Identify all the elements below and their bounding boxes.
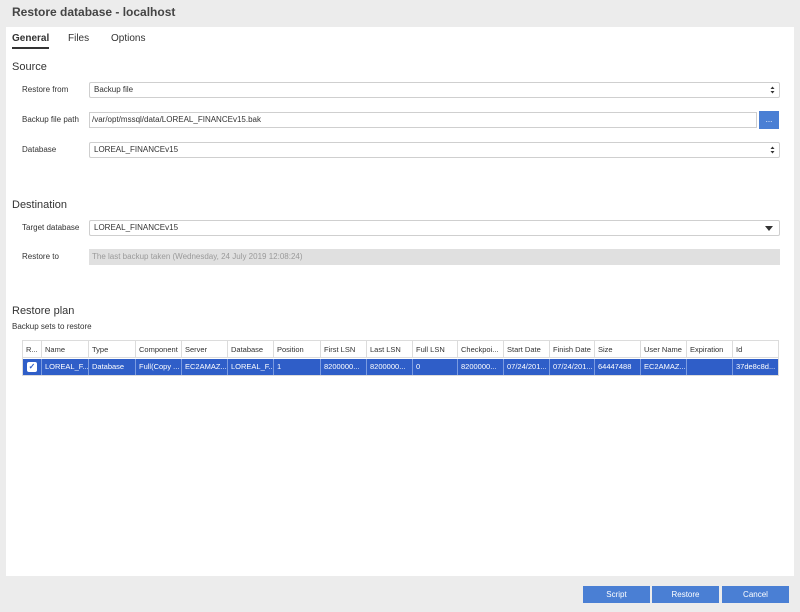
destination-section-title: Destination	[12, 199, 68, 211]
table-row[interactable]: ✓ LOREAL_F... Database Full(Copy ... EC2…	[23, 359, 778, 375]
window-title: Restore database - localhost	[12, 5, 176, 19]
column-header-full-lsn[interactable]: Full LSN	[413, 341, 458, 357]
cell-last-lsn: 8200000...	[367, 359, 413, 375]
database-select[interactable]: LOREAL_FINANCEv15	[89, 142, 780, 158]
column-header-start-date[interactable]: Start Date	[504, 341, 550, 357]
backup-file-path-label: Backup file path	[22, 115, 79, 124]
column-header-server[interactable]: Server	[182, 341, 228, 357]
column-header-checkpoint[interactable]: Checkpoi...	[458, 341, 504, 357]
column-header-finish-date[interactable]: Finish Date	[550, 341, 595, 357]
tab-files[interactable]: Files	[68, 33, 89, 44]
dialog-panel: General Files Options Source Restore fro…	[6, 27, 794, 576]
cell-finish-date: 07/24/201...	[550, 359, 595, 375]
restore-plan-subtitle: Backup sets to restore	[12, 322, 92, 331]
cell-size: 64447488	[595, 359, 641, 375]
column-header-expiration[interactable]: Expiration	[687, 341, 733, 357]
backup-file-path-value: /var/opt/mssql/data/LOREAL_FINANCEv15.ba…	[92, 115, 261, 124]
cell-user-name: EC2AMAZ...	[641, 359, 687, 375]
column-header-user-name[interactable]: User Name	[641, 341, 687, 357]
row-checkbox-cell: ✓	[23, 359, 42, 375]
caret-down-icon	[765, 226, 773, 231]
restore-from-label: Restore from	[22, 85, 69, 94]
cell-checkpoint: 8200000...	[458, 359, 504, 375]
tab-options[interactable]: Options	[111, 33, 145, 44]
column-header-last-lsn[interactable]: Last LSN	[367, 341, 413, 357]
cell-name: LOREAL_F...	[42, 359, 89, 375]
cell-start-date: 07/24/201...	[504, 359, 550, 375]
tab-files-label: Files	[68, 33, 90, 44]
cell-full-lsn: 0	[413, 359, 458, 375]
column-header-first-lsn[interactable]: First LSN	[321, 341, 367, 357]
tab-general-label: General	[12, 33, 50, 44]
tab-general[interactable]: General	[12, 33, 50, 49]
cell-component: Full(Copy ...	[136, 359, 182, 375]
backup-sets-grid: R... Name Type Component Server Database…	[22, 340, 779, 376]
restore-checkbox[interactable]: ✓	[27, 362, 37, 372]
script-button[interactable]: Script	[583, 586, 650, 603]
cancel-button[interactable]: Cancel	[722, 586, 789, 603]
cell-database: LOREAL_F...	[228, 359, 274, 375]
column-header-position[interactable]: Position	[274, 341, 321, 357]
source-section-title: Source	[12, 61, 47, 73]
grid-header: R... Name Type Component Server Database…	[23, 341, 778, 358]
column-header-restore[interactable]: R...	[23, 341, 42, 357]
target-database-label: Target database	[22, 223, 80, 232]
cell-first-lsn: 8200000...	[321, 359, 367, 375]
restore-from-value: Backup file	[94, 85, 134, 94]
column-header-component[interactable]: Component	[136, 341, 182, 357]
database-value: LOREAL_FINANCEv15	[94, 145, 179, 154]
cell-id: 37de8c8d...	[736, 362, 776, 371]
cell-position: 1	[274, 359, 321, 375]
database-label: Database	[22, 145, 57, 154]
target-database-select[interactable]: LOREAL_FINANCEv15	[89, 220, 780, 236]
cell-server: EC2AMAZ...	[182, 359, 228, 375]
restore-from-select[interactable]: Backup file	[89, 82, 780, 98]
restore-to-value: The last backup taken (Wednesday, 24 Jul…	[92, 252, 303, 261]
restore-button[interactable]: Restore	[652, 586, 719, 603]
cell-expiration	[687, 359, 733, 375]
tab-options-label: Options	[111, 33, 146, 44]
active-tab-indicator	[12, 47, 50, 49]
cell-type: Database	[89, 359, 136, 375]
column-header-size[interactable]: Size	[595, 341, 641, 357]
backup-file-path-input[interactable]: /var/opt/mssql/data/LOREAL_FINANCEv15.ba…	[89, 112, 757, 128]
updown-arrows-icon	[770, 86, 775, 94]
restore-to-field: The last backup taken (Wednesday, 24 Jul…	[89, 249, 780, 265]
title-bar: Restore database - localhost	[0, 0, 800, 26]
column-header-id[interactable]: Id	[733, 341, 778, 357]
column-header-database[interactable]: Database	[228, 341, 274, 357]
browse-button[interactable]: ...	[759, 111, 779, 129]
target-database-value: LOREAL_FINANCEv15	[94, 223, 179, 232]
restore-to-label: Restore to	[22, 252, 59, 261]
restore-plan-section-title: Restore plan	[12, 305, 75, 317]
column-header-type[interactable]: Type	[89, 341, 136, 357]
updown-arrows-icon	[770, 146, 775, 154]
column-header-name[interactable]: Name	[42, 341, 89, 357]
